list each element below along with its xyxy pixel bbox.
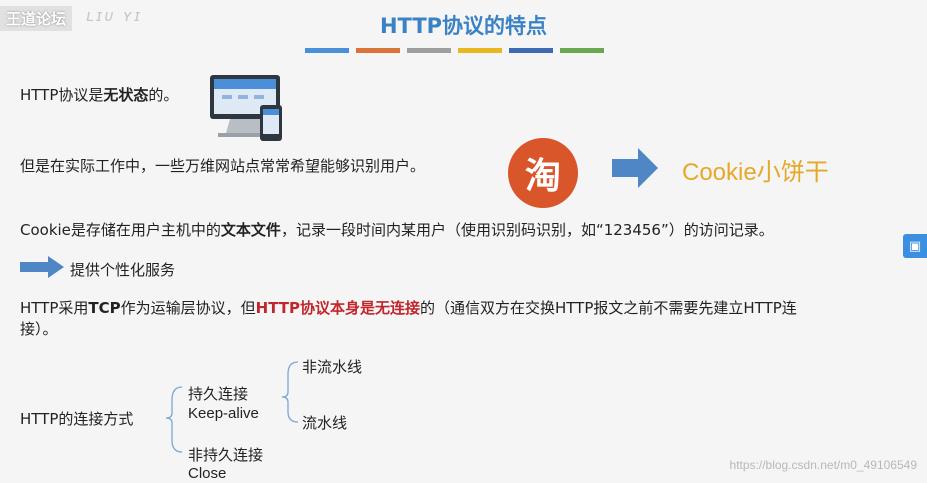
cookie-definition-line: Cookie是存储在用户主机中的文本文件，记录一段时间内某用户（使用识别码识别，… — [20, 219, 774, 240]
persistent-connection-label: 持久连接 — [188, 385, 249, 403]
color-bar — [560, 48, 604, 53]
line1-bold: 无状态 — [103, 86, 149, 104]
connection-tree-braces — [165, 361, 299, 453]
personalized-service-line: 提供个性化服务 — [70, 261, 176, 279]
line5-c: 的（通信双方在交换HTTP报文之前不需要先建立HTTP连 — [420, 299, 797, 317]
pipeline-label: 流水线 — [302, 414, 348, 432]
right-arrow-icon — [20, 256, 64, 278]
non-persistent-connection-label: 非持久连接 — [188, 446, 264, 464]
color-bar — [509, 48, 553, 53]
line5-a: HTTP采用 — [20, 299, 89, 317]
title-color-bars — [305, 48, 604, 53]
color-bar — [305, 48, 349, 53]
color-bar — [407, 48, 451, 53]
line3-bold: 文本文件 — [220, 221, 281, 239]
taobao-icon: 淘 — [508, 138, 578, 208]
keep-alive-label: Keep-alive — [188, 405, 259, 422]
line3-prefix: Cookie是存储在用户主机中的 — [20, 221, 221, 239]
sidebar-tool-icon[interactable]: ▣ — [903, 234, 927, 258]
non-pipeline-label: 非流水线 — [302, 358, 363, 376]
color-bar — [458, 48, 502, 53]
slide-title: HTTP协议的特点 — [379, 14, 548, 38]
connectionless-line-continued: 接）。 — [20, 320, 58, 338]
line5-b: 作为运输层协议，但 — [120, 299, 256, 317]
connectionless-line: HTTP采用TCP作为运输层协议，但HTTP协议本身是无连接的（通信双方在交换H… — [20, 297, 797, 318]
color-bar — [356, 48, 400, 53]
identify-users-line: 但是在实际工作中，一些万维网站点常常希望能够识别用户。 — [20, 157, 426, 175]
right-arrow-icon — [612, 148, 658, 188]
line3-suffix: ，记录一段时间内某用户（使用识别码识别，如“123456”）的访问记录。 — [280, 221, 774, 239]
line1-suffix: 的。 — [148, 86, 179, 104]
close-label: Close — [188, 465, 227, 482]
line1-prefix: HTTP协议是 — [20, 86, 104, 104]
cookie-logo: Cookie小饼干 — [682, 159, 829, 186]
computer-monitor-icon — [210, 75, 282, 141]
line5-red: HTTP协议本身是无连接 — [255, 299, 420, 317]
csdn-watermark: https://blog.csdn.net/m0_49106549 — [729, 458, 917, 472]
stateless-line: HTTP协议是无状态的。 — [20, 84, 178, 105]
tree-root-label: HTTP的连接方式 — [20, 410, 134, 428]
line5-tcp: TCP — [88, 299, 121, 317]
